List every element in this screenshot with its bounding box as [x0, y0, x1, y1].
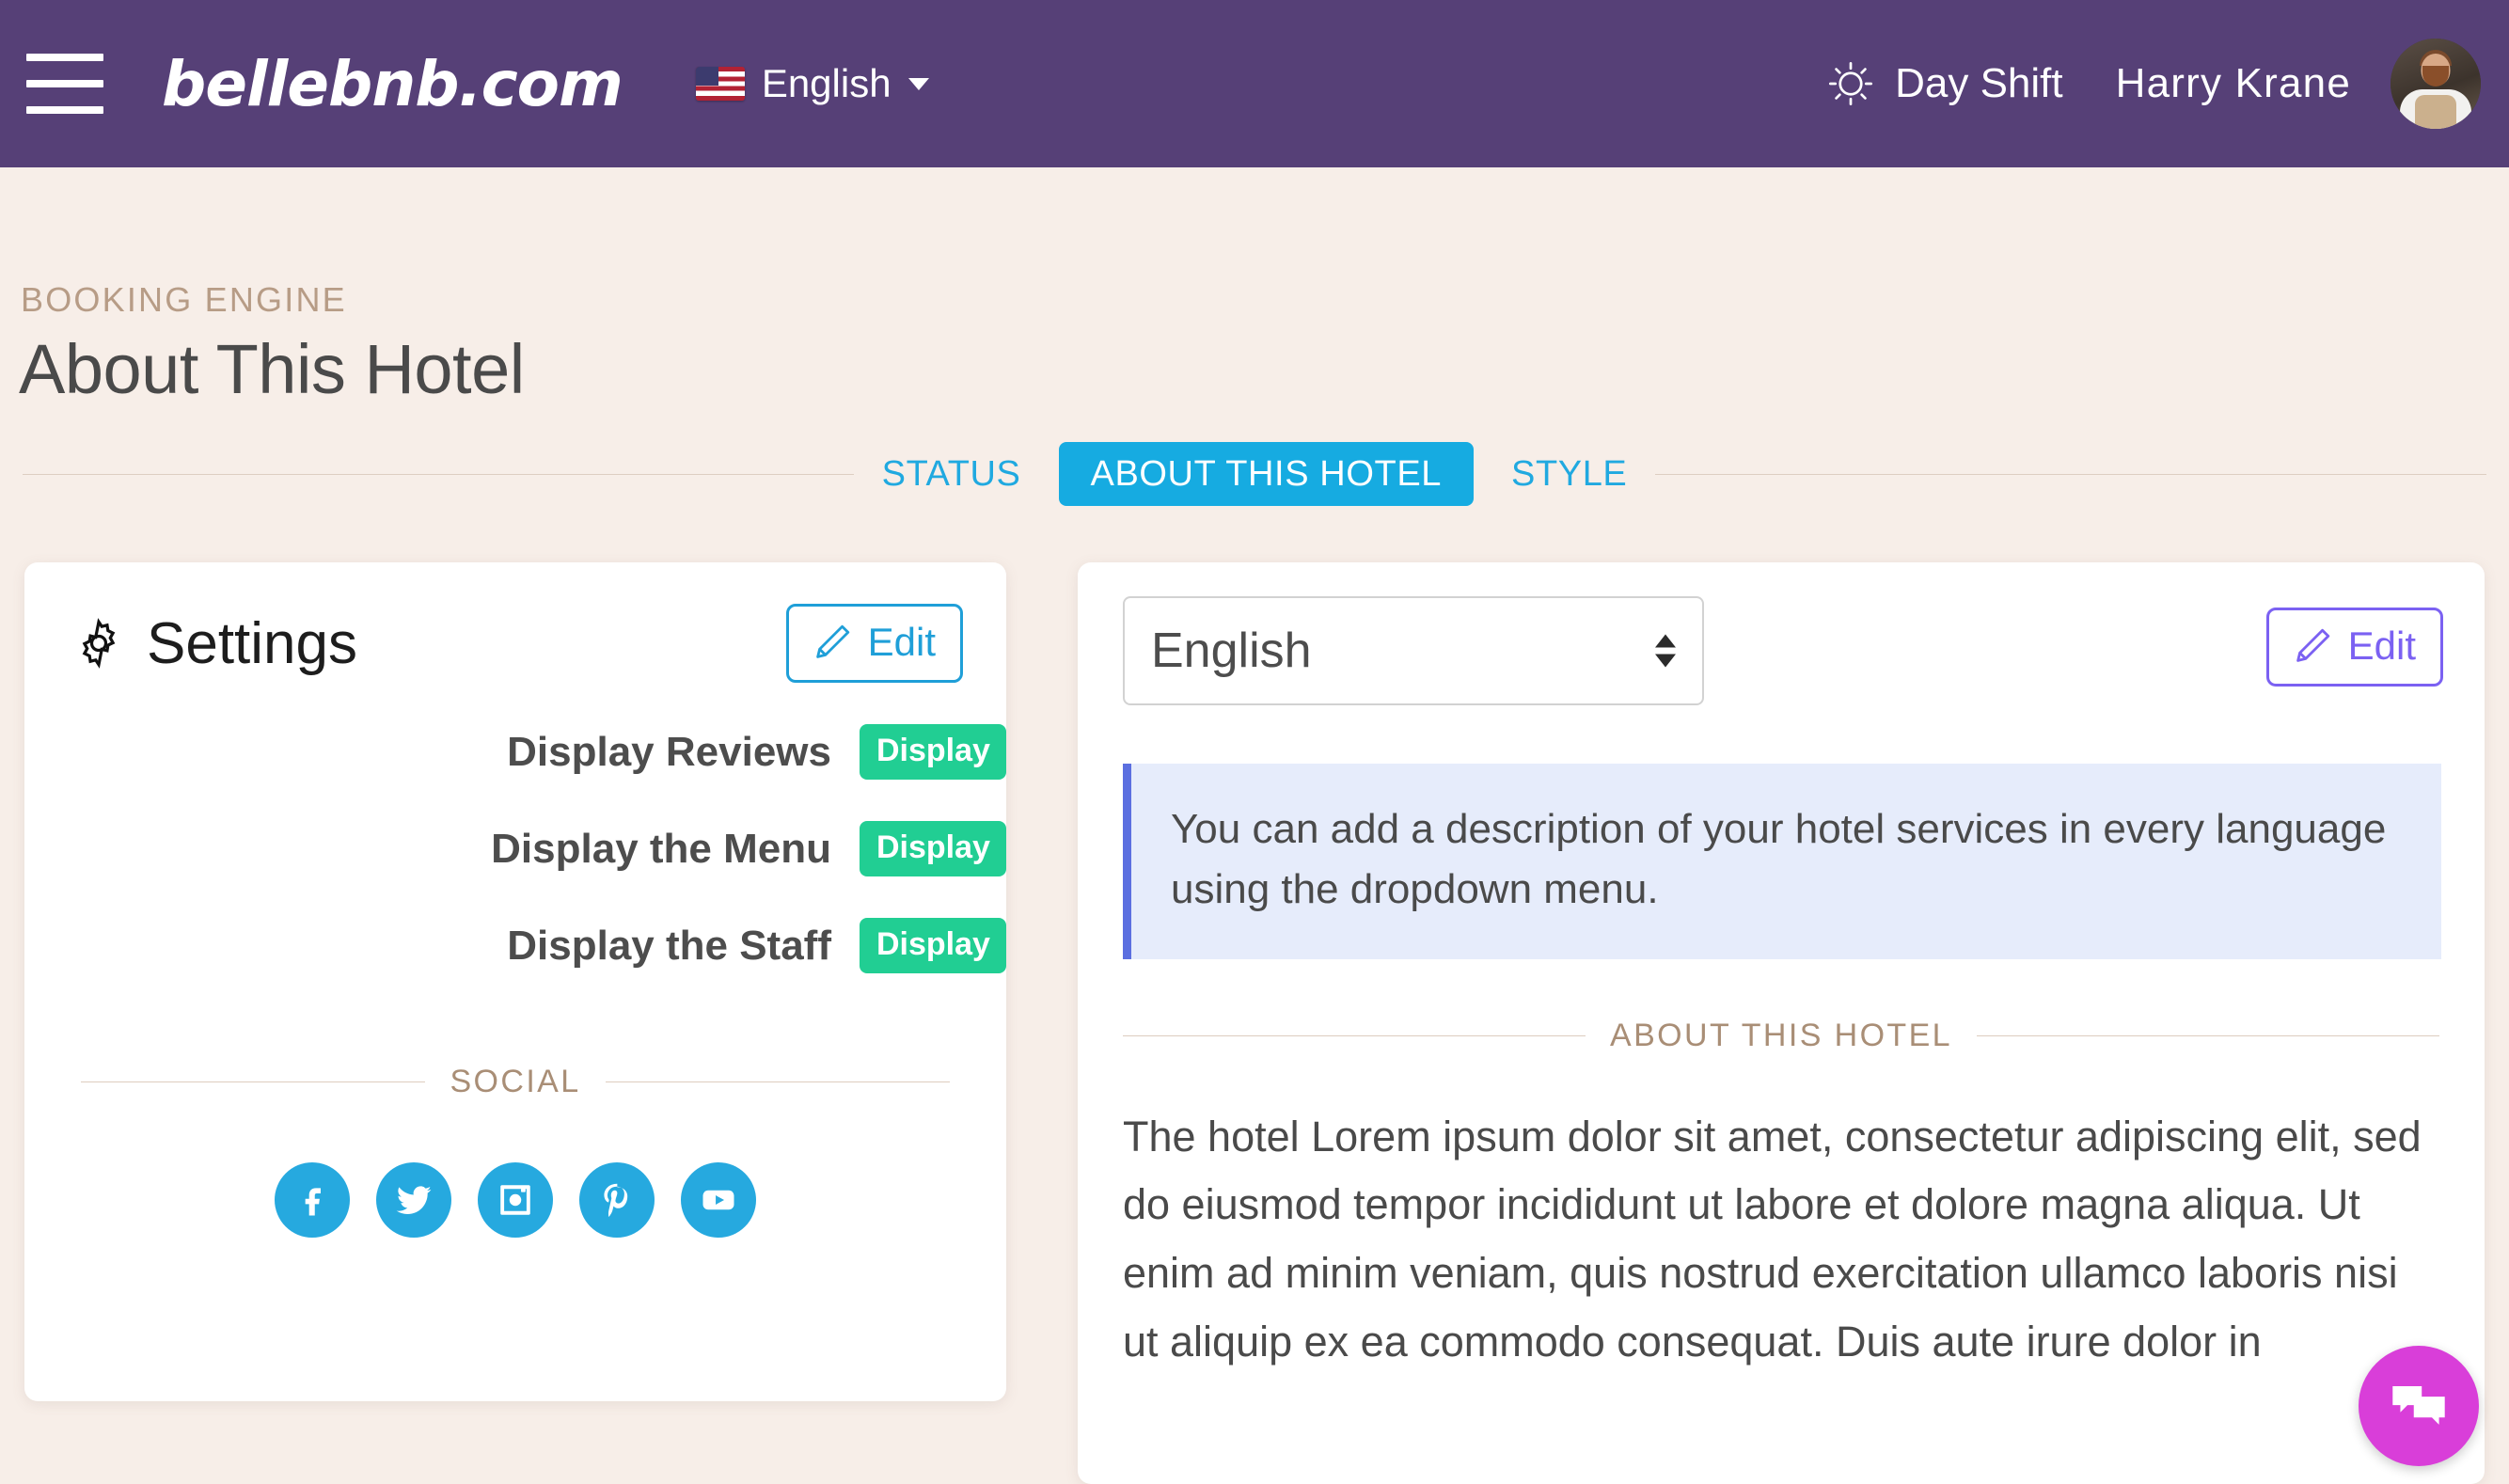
tab-rule-right [1655, 474, 2486, 475]
chat-widget-button[interactable] [2359, 1346, 2479, 1466]
top-navigation-bar: bellebnb.com English Day Shift [0, 0, 2509, 167]
social-divider: SOCIAL [81, 1064, 950, 1100]
pencil-icon [2290, 624, 2335, 669]
divider-line-right [606, 1081, 950, 1082]
settings-card: Settings Edit Display Reviews Display Di… [24, 562, 1006, 1401]
language-select-value: English [1125, 623, 1312, 679]
setting-label: Display Reviews [60, 729, 831, 776]
tab-status[interactable]: STATUS [854, 442, 1049, 506]
tab-about-this-hotel[interactable]: ABOUT THIS HOTEL [1059, 442, 1475, 506]
avatar-apron [2415, 95, 2456, 129]
pinterest-icon[interactable] [579, 1162, 655, 1238]
about-this-hotel-card: English Edit You can add a description o… [1078, 562, 2485, 1484]
tab-style[interactable]: STYLE [1483, 442, 1655, 506]
setting-row-display-the-menu: Display the Menu Display [24, 821, 1006, 876]
page-header: BOOKING ENGINE About This Hotel [0, 167, 2509, 409]
hamburger-line [26, 80, 103, 87]
hamburger-line [26, 106, 103, 114]
brand-logo[interactable]: bellebnb.com [162, 48, 623, 120]
tab-rule-left [23, 474, 854, 475]
status-badge[interactable]: Display [860, 918, 1006, 973]
language-switcher-label: English [762, 61, 892, 106]
tab-bar: STATUS ABOUT THIS HOTEL STYLE [0, 442, 2509, 506]
setting-row-display-reviews: Display Reviews Display [24, 724, 1006, 780]
info-alert: You can add a description of your hotel … [1123, 764, 2441, 959]
about-edit-button[interactable]: Edit [2266, 608, 2443, 687]
pencil-icon [810, 620, 855, 665]
about-section-label: ABOUT THIS HOTEL [1610, 1018, 1952, 1054]
arrow-up-icon [1655, 635, 1676, 648]
about-section-divider: ABOUT THIS HOTEL [1123, 1018, 2439, 1054]
setting-label: Display the Staff [60, 923, 831, 970]
setting-label: Display the Menu [60, 826, 831, 873]
user-name-label[interactable]: Harry Krane [2116, 60, 2351, 107]
breadcrumb: BOOKING ENGINE [21, 280, 2509, 320]
status-badge[interactable]: Display [860, 724, 1006, 780]
day-shift-label: Day Shift [1895, 60, 2063, 107]
setting-row-display-the-staff: Display the Staff Display [24, 918, 1006, 973]
facebook-icon[interactable] [275, 1162, 350, 1238]
twitter-icon[interactable] [376, 1162, 451, 1238]
about-edit-label: Edit [2348, 624, 2416, 669]
gear-icon [70, 614, 128, 672]
sun-icon [1827, 60, 1874, 107]
tab-group: STATUS ABOUT THIS HOTEL STYLE [854, 442, 1656, 506]
chevron-down-icon [908, 78, 929, 90]
cards-container: Settings Edit Display Reviews Display Di… [0, 562, 2509, 1409]
about-body-text: The hotel Lorem ipsum dolor sit amet, co… [1123, 1103, 2439, 1378]
language-select[interactable]: English [1123, 596, 1704, 705]
divider-line-right [1977, 1035, 2439, 1036]
page-title: About This Hotel [19, 329, 2509, 409]
updown-arrows-icon [1655, 635, 1676, 668]
us-flag-icon [696, 67, 745, 101]
status-badge[interactable]: Display [860, 821, 1006, 876]
instagram-icon[interactable] [478, 1162, 553, 1238]
settings-card-title: Settings [147, 610, 357, 677]
settings-edit-button[interactable]: Edit [786, 604, 963, 683]
avatar[interactable] [2391, 39, 2481, 129]
divider-line-left [1123, 1035, 1586, 1036]
settings-card-header: Settings Edit [24, 562, 1006, 683]
chat-bubbles-icon [2386, 1373, 2452, 1439]
about-card-header: English Edit [1078, 562, 2485, 705]
youtube-icon[interactable] [681, 1162, 756, 1238]
topbar-right-group: Day Shift Harry Krane [1827, 39, 2509, 129]
language-switcher[interactable]: English [696, 61, 929, 106]
arrow-down-icon [1655, 655, 1676, 668]
hamburger-menu-icon[interactable] [26, 54, 103, 114]
hamburger-line [26, 54, 103, 61]
social-links [24, 1162, 1006, 1238]
divider-line-left [81, 1081, 425, 1082]
settings-edit-label: Edit [868, 620, 936, 665]
social-divider-label: SOCIAL [450, 1064, 580, 1100]
day-shift-button[interactable]: Day Shift [1827, 60, 2063, 107]
